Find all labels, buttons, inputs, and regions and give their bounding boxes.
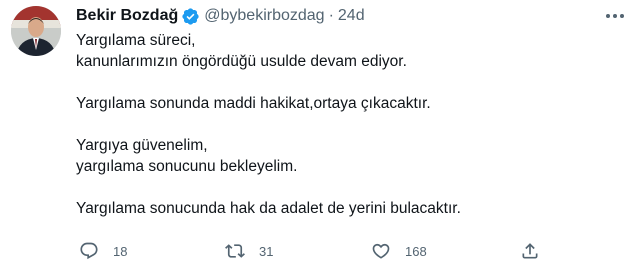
verified-badge-icon [181,7,200,26]
avatar[interactable] [11,6,61,56]
retweet-count: 31 [259,243,274,259]
reply-icon [80,242,98,260]
like-icon [372,243,390,259]
tweet-paragraph: Yargıya güvenelim, yargılama sonucunu be… [76,135,626,177]
tweet-content: Bekir Bozdağ @bybekirbozdag · 24d Yargıl… [76,4,626,219]
tweet-line: Yargıya güvenelim, [76,137,208,154]
timestamp[interactable]: 24d [338,7,365,25]
like-button[interactable]: 168 [371,238,427,264]
reply-count: 18 [113,243,128,259]
share-button[interactable] [520,238,540,264]
tweet-card[interactable]: Bekir Bozdağ @bybekirbozdag · 24d Yargıl… [0,0,640,269]
more-options-icon[interactable] [604,6,626,26]
tweet-line: kanunlarımızın öngördüğü usulde devam ed… [76,53,407,70]
author-name[interactable]: Bekir Bozdağ [76,7,178,25]
separator-dot: · [328,7,334,24]
tweet-line: Yargılama sonucunda hak da adalet de yer… [76,200,461,217]
retweet-button[interactable]: 31 [225,238,273,264]
reply-button[interactable]: 18 [79,238,127,264]
retweet-icon [225,244,245,258]
avatar-photo [11,6,61,56]
tweet-paragraph: Yargılama sonucunda hak da adalet de yer… [76,198,626,219]
tweet-paragraph: Yargılama sonunda maddi hakikat,ortaya ç… [76,93,626,114]
tweet-paragraph: Yargılama süreci, kanunlarımızın öngördü… [76,30,626,72]
tweet-actions: 18 31 168 [79,238,539,264]
like-count: 168 [405,243,427,259]
author-handle[interactable]: @bybekirbozdag [204,7,324,25]
tweet-text: Yargılama süreci, kanunlarımızın öngördü… [76,30,626,219]
tweet-line: Yargılama süreci, [76,32,196,49]
share-icon [522,243,538,259]
tweet-header: Bekir Bozdağ @bybekirbozdag · 24d [76,4,626,28]
tweet-line: yargılama sonucunu bekleyelim. [76,158,298,175]
tweet-line: Yargılama sonunda maddi hakikat,ortaya ç… [76,95,431,112]
